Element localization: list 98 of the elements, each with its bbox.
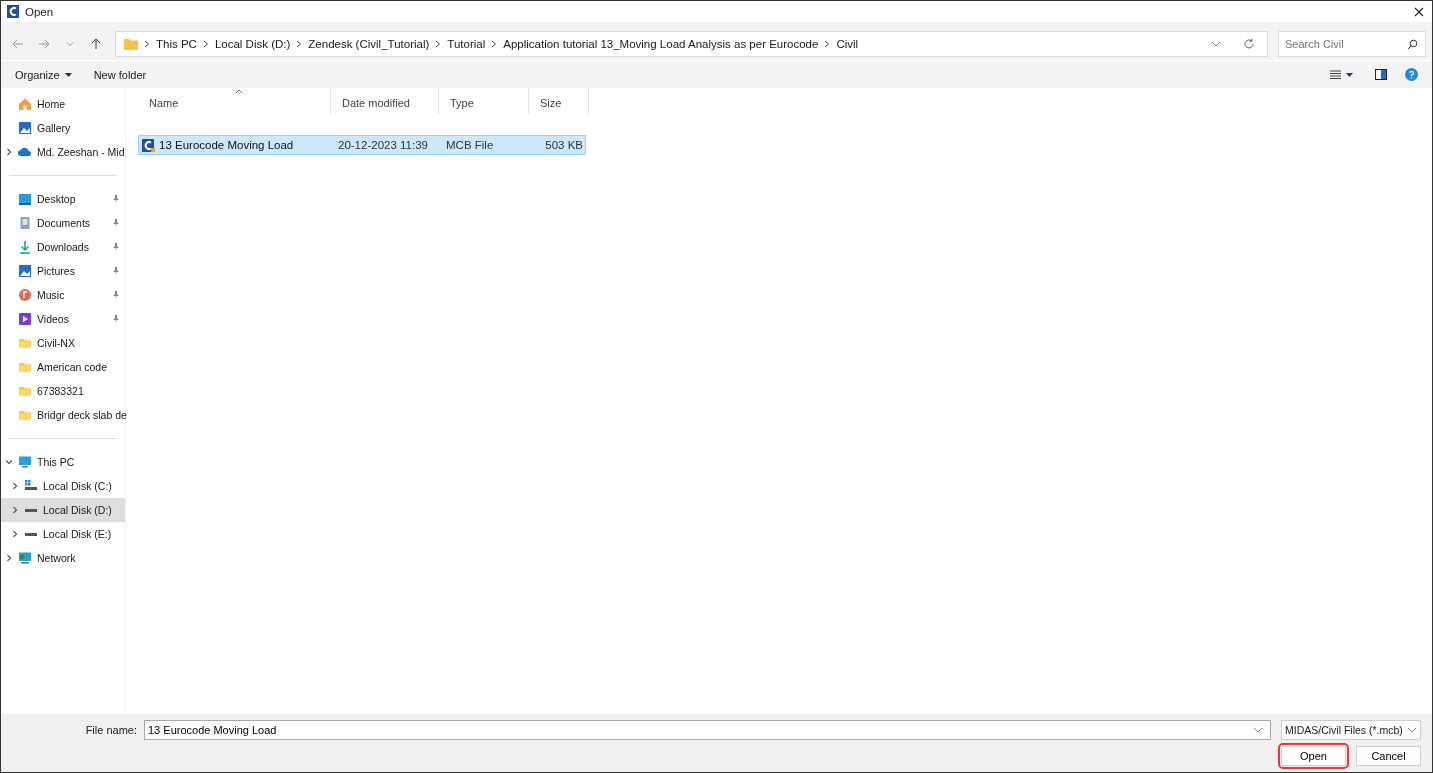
- folder-icon: [18, 336, 32, 350]
- nav-item[interactable]: Videos: [1, 307, 125, 331]
- folder-icon: [18, 408, 32, 422]
- help-button[interactable]: [1405, 68, 1418, 81]
- nav-item[interactable]: 67383321: [1, 379, 125, 403]
- refresh-icon[interactable]: [1243, 38, 1255, 50]
- pin-icon: [112, 219, 120, 227]
- nav-item[interactable]: Network: [1, 546, 125, 570]
- new-folder-button[interactable]: New folder: [93, 68, 147, 81]
- chevron-icon[interactable]: [11, 506, 19, 514]
- organize-menu-button[interactable]: Organize: [15, 68, 72, 81]
- preview-pane-button[interactable]: [1375, 69, 1387, 80]
- chevron-icon[interactable]: [5, 148, 13, 156]
- breadcrumb[interactable]: Application tutorial 13_Moving Load Analysis as per Eurocode: [503, 38, 819, 50]
- pin-icon: [112, 315, 120, 323]
- breadcrumb[interactable]: Tutorial: [447, 38, 486, 50]
- column-header[interactable]: Name: [138, 88, 331, 114]
- window-title: Open: [25, 5, 55, 18]
- column-header[interactable]: Type: [439, 88, 529, 114]
- monitor-icon: [18, 455, 32, 469]
- chevron-icon: [144, 38, 150, 50]
- folder-icon: [18, 360, 32, 374]
- breadcrumb[interactable]: This PC: [156, 38, 197, 50]
- nav-item[interactable]: Local Disk (E:): [1, 522, 125, 546]
- network-icon: [18, 551, 32, 565]
- chevron-icon[interactable]: [11, 530, 19, 538]
- pin-icon: [112, 195, 120, 203]
- file-row[interactable]: 13 Eurocode Moving Load 20-12-2023 11:39 MCB File 503 KB: [138, 135, 586, 155]
- up-arrow-icon: [90, 38, 102, 50]
- chevron-icon[interactable]: [11, 482, 19, 490]
- chevron-icon[interactable]: [5, 554, 13, 562]
- chevron-icon: [296, 38, 303, 50]
- back-arrow-icon: [12, 38, 24, 50]
- nav-item[interactable]: Local Disk (C:): [1, 474, 125, 498]
- nav-item[interactable]: Downloads: [1, 235, 125, 259]
- dropdown-chevron-icon: [1407, 726, 1417, 734]
- nav-item[interactable]: American code: [1, 355, 125, 379]
- document-icon: [18, 216, 32, 230]
- pin-icon: [112, 291, 120, 299]
- app-logo-icon: [7, 5, 19, 18]
- music-icon: [18, 288, 32, 302]
- pane-icon: [1375, 69, 1387, 80]
- column-header[interactable]: Date modified: [331, 88, 439, 114]
- pin-icon: [112, 243, 120, 251]
- chevron-icon[interactable]: [5, 458, 13, 466]
- home-icon: [18, 97, 32, 111]
- nav-item[interactable]: Gallery: [1, 116, 125, 140]
- column-header[interactable]: Size: [529, 88, 589, 114]
- download-icon: [18, 240, 32, 254]
- nav-item[interactable]: Bridgr deck slab de: [1, 403, 128, 427]
- nav-item[interactable]: Local Disk (D:): [1, 498, 125, 522]
- file-type-dropdown[interactable]: MIDAS/Civil Files (*.mcb): [1281, 720, 1421, 740]
- file-icon: [142, 138, 155, 152]
- picture-icon: [18, 264, 32, 278]
- pin-icon: [112, 267, 120, 275]
- breadcrumb[interactable]: Local Disk (D:): [214, 38, 291, 50]
- type-cell-text: MCB File: [445, 139, 495, 151]
- dropdown-chevron-icon[interactable]: [1211, 40, 1221, 48]
- nav-item[interactable]: Music: [1, 283, 125, 307]
- caret-icon: [1346, 72, 1353, 77]
- file-name-field[interactable]: 13 Eurocode Moving Load: [144, 720, 1271, 740]
- file-name-label: File name:: [84, 724, 138, 736]
- video-icon: [18, 312, 32, 326]
- nav-item[interactable]: Civil-NX: [1, 331, 125, 355]
- picture-icon: [18, 121, 32, 135]
- chevron-icon: [202, 38, 209, 50]
- forward-arrow-icon: [38, 38, 50, 50]
- nav-item[interactable]: Documents: [1, 211, 125, 235]
- nav-item[interactable]: This PC: [1, 450, 125, 474]
- file-name: 13 Eurocode Moving Load: [159, 139, 294, 151]
- dropdown-chevron-icon[interactable]: [1253, 726, 1263, 734]
- caret-icon: [64, 72, 72, 77]
- view-options-button[interactable]: [1330, 70, 1353, 79]
- nav-item[interactable]: Md. Zeeshan - Mid: [1, 140, 126, 164]
- breadcrumb[interactable]: Zendesk (Civil_Tutorial): [308, 38, 430, 50]
- chevron-icon: [824, 38, 831, 50]
- sort-caret-icon: [234, 89, 243, 94]
- size-cell-text: 503 KB: [544, 139, 584, 151]
- list-view-icon: [1330, 70, 1341, 79]
- dialog-button[interactable]: Cancel: [1356, 746, 1421, 766]
- folder-icon: [124, 38, 138, 50]
- nav-item[interactable]: Home: [1, 92, 125, 116]
- folder-icon: [18, 384, 32, 398]
- chevron-icon: [66, 40, 74, 48]
- address-bar[interactable]: This PC Local Disk (D:) Zendesk (Civil_Tutorial) Tutorial Application tutorial 13_Moving Load Analysis as per Eurocode Civil: [115, 31, 1268, 57]
- cloud-icon: [18, 145, 32, 159]
- drive-icon: [24, 479, 38, 493]
- breadcrumb[interactable]: Civil: [836, 38, 859, 50]
- search-icon: [1407, 38, 1418, 50]
- date-cell-text: 20-12-2023 11:39: [337, 139, 429, 151]
- chevron-icon: [491, 38, 498, 50]
- nav-item[interactable]: Desktop: [1, 187, 125, 211]
- desktop-icon: [18, 192, 32, 206]
- help-icon: [1405, 68, 1418, 81]
- chevron-icon: [435, 38, 442, 50]
- nav-item[interactable]: Pictures: [1, 259, 125, 283]
- dialog-button[interactable]: Open: [1281, 746, 1346, 766]
- search-field[interactable]: Search Civil: [1278, 31, 1426, 57]
